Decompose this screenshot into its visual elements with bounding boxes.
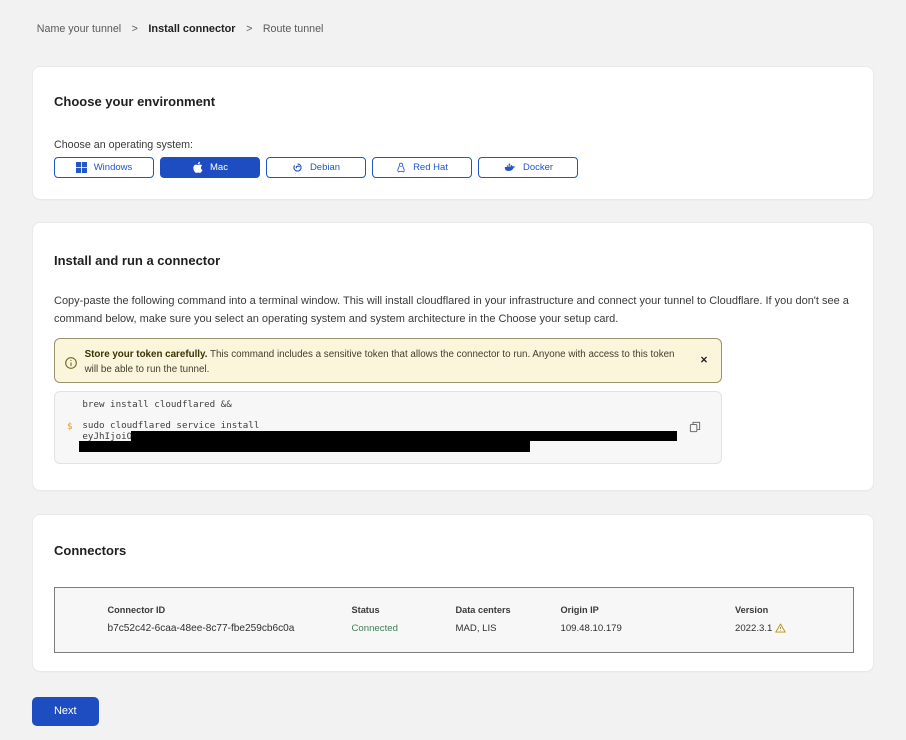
docker-icon	[503, 162, 516, 173]
os-button-group: Windows Mac Debian Red Hat	[54, 157, 578, 178]
column-header-version: Version	[735, 606, 768, 615]
column-header-data-centers: Data centers	[456, 606, 511, 615]
breadcrumb-install-connector[interactable]: Install connector	[148, 24, 235, 35]
breadcrumb-separator: >	[246, 24, 252, 35]
os-button-label: Mac	[210, 162, 228, 173]
token-warning-title: Store your token carefully.	[85, 349, 208, 360]
os-button-mac[interactable]: Mac	[160, 157, 260, 178]
token-warning-text: Store your token carefully. This command…	[85, 348, 682, 377]
connector-data-centers-value: MAD, LIS	[456, 624, 497, 634]
install-command-codeblock: brew install cloudflared && sudo cloudfl…	[54, 391, 722, 464]
install-connector-title: Install and run a connector	[54, 254, 220, 267]
connector-origin-ip-value: 109.48.10.179	[561, 624, 622, 634]
redacted-token-bar	[131, 431, 677, 442]
windows-icon	[76, 162, 87, 173]
breadcrumb: Name your tunnel > Install connector > R…	[37, 24, 324, 35]
breadcrumb-separator: >	[132, 24, 138, 35]
install-connector-description: Copy-paste the following command into a …	[54, 293, 854, 328]
os-select-label: Choose an operating system:	[54, 140, 193, 151]
version-number: 2022.3.1	[735, 624, 772, 634]
connectors-card: Connectors Connector ID Status Data cent…	[32, 514, 874, 673]
os-button-label: Debian	[310, 162, 340, 173]
connector-status-value: Connected	[352, 624, 398, 634]
os-button-label: Windows	[94, 162, 133, 173]
redhat-icon	[396, 162, 406, 174]
tunnel-setup-page: Name your tunnel > Install connector > R…	[0, 0, 906, 740]
connectors-title: Connectors	[54, 544, 126, 557]
redacted-token-bar	[79, 441, 530, 451]
debian-icon	[292, 162, 303, 173]
connectors-table: Connector ID Status Data centers Origin …	[54, 587, 854, 653]
os-button-debian[interactable]: Debian	[266, 157, 366, 178]
column-header-origin-ip: Origin IP	[561, 606, 599, 615]
info-circle-icon	[65, 356, 77, 368]
warning-triangle-icon	[775, 624, 786, 633]
environment-card: Choose your environment Choose an operat…	[32, 66, 874, 200]
install-connector-card: Install and run a connector Copy-paste t…	[32, 222, 874, 491]
os-button-redhat[interactable]: Red Hat	[372, 157, 472, 178]
copy-icon[interactable]	[688, 421, 702, 435]
terminal-prompt: $	[67, 422, 73, 431]
breadcrumb-name-your-tunnel[interactable]: Name your tunnel	[37, 24, 121, 35]
connector-id-value: b7c52c42-6caa-48ee-8c77-fbe259cb6c0a	[108, 624, 295, 634]
column-header-connector-id: Connector ID	[108, 606, 166, 615]
breadcrumb-route-tunnel[interactable]: Route tunnel	[263, 24, 324, 35]
column-header-status: Status	[352, 606, 380, 615]
connector-version-value: 2022.3.1	[735, 624, 786, 634]
os-button-docker[interactable]: Docker	[478, 157, 578, 178]
os-button-label: Red Hat	[413, 162, 448, 173]
os-button-windows[interactable]: Windows	[54, 157, 154, 178]
apple-icon	[192, 161, 203, 174]
token-warning-alert: Store your token carefully. This command…	[54, 338, 722, 384]
os-button-label: Docker	[523, 162, 553, 173]
environment-card-title: Choose your environment	[54, 95, 215, 108]
close-icon[interactable]: ✕	[696, 353, 712, 369]
next-button[interactable]: Next	[32, 697, 99, 726]
